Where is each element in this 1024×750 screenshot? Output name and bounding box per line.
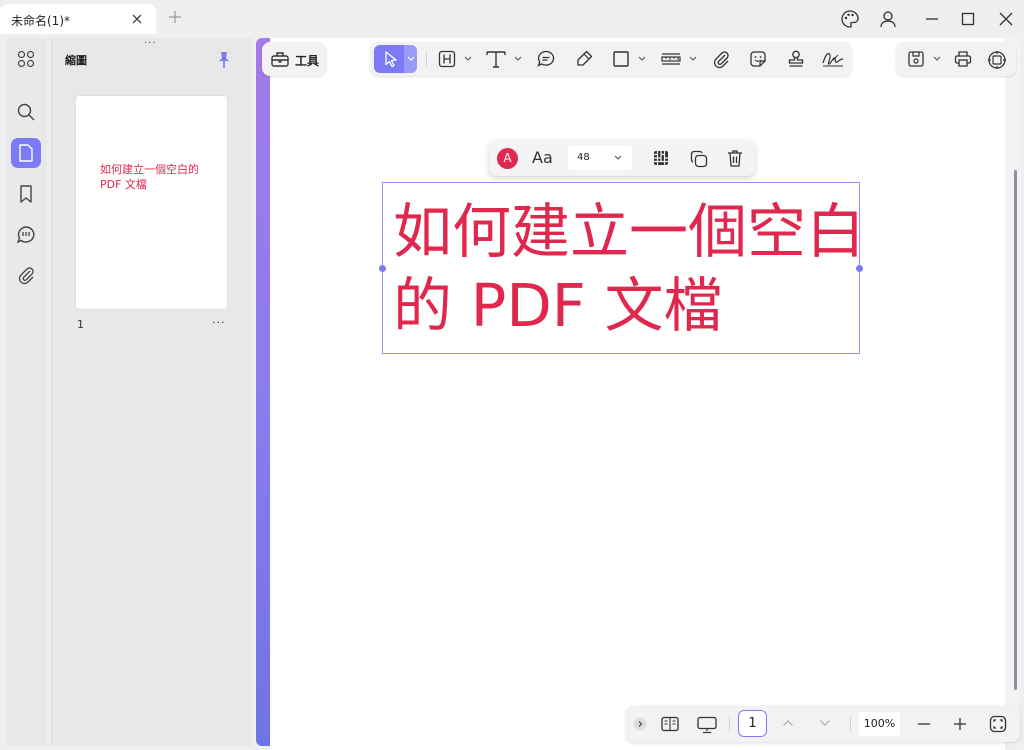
- opacity-checker-icon[interactable]: [652, 149, 670, 167]
- zoom-level[interactable]: 100%: [859, 712, 900, 736]
- share-convert-icon[interactable]: [986, 49, 1008, 71]
- zoom-out-icon[interactable]: [916, 716, 932, 732]
- comment-icon: [16, 225, 36, 245]
- presentation-icon[interactable]: [696, 715, 718, 735]
- font-color-button[interactable]: A: [497, 148, 518, 169]
- measure-ruler-icon[interactable]: [660, 49, 682, 69]
- account-icon[interactable]: [878, 9, 898, 29]
- highlighter-icon[interactable]: [574, 49, 594, 69]
- chevron-down-icon[interactable]: [818, 716, 832, 730]
- text-format-toolbar: A Aa 48: [489, 140, 755, 176]
- resize-handle-left[interactable]: [379, 265, 386, 272]
- rectangle-shape-icon[interactable]: [611, 49, 631, 69]
- duplicate-icon[interactable]: [689, 149, 709, 169]
- print-icon[interactable]: [953, 49, 973, 69]
- chevron-down-icon: [614, 155, 622, 161]
- chevron-up-icon[interactable]: [781, 716, 795, 730]
- page-icon: [17, 143, 35, 163]
- bottom-separator: [729, 717, 730, 731]
- attachments-button[interactable]: [11, 260, 41, 290]
- comment-bubble-icon[interactable]: [536, 49, 556, 69]
- search-button[interactable]: [11, 97, 41, 127]
- expand-chevron-icon[interactable]: [633, 717, 647, 731]
- chevron-down-icon[interactable]: [638, 56, 646, 62]
- file-toolbar: [896, 42, 1016, 76]
- new-tab-icon[interactable]: [168, 10, 182, 24]
- sticker-icon[interactable]: [748, 49, 768, 69]
- font-size-value: 48: [577, 152, 590, 163]
- chevron-down-icon[interactable]: [514, 56, 522, 62]
- search-icon: [16, 102, 36, 122]
- pin-icon[interactable]: [216, 51, 232, 69]
- apps-grid-icon: [17, 50, 35, 68]
- page-thumbnail[interactable]: 如何建立一個空白的 PDF 文檔: [76, 96, 227, 309]
- tools-button[interactable]: 工具: [262, 42, 326, 76]
- thumbnail-page-number: 1: [77, 318, 84, 331]
- main-toolbar: [370, 42, 852, 76]
- thumbnail-panel: ··· 縮圖 如何建立一個空白的 PDF 文檔 1 ···: [51, 38, 252, 746]
- thumbnail-text: 如何建立一個空白的 PDF 文檔: [100, 163, 199, 191]
- scrollbar-thumb[interactable]: [1014, 170, 1017, 690]
- select-tool-button[interactable]: [374, 45, 417, 73]
- bookmark-icon: [17, 184, 35, 204]
- font-family-button[interactable]: Aa: [532, 148, 553, 167]
- panel-resize-grip[interactable]: ···: [144, 38, 157, 49]
- stamp-icon[interactable]: [786, 49, 806, 69]
- title-bar: 未命名(1)*: [0, 0, 1024, 36]
- chevron-down-icon[interactable]: [464, 56, 472, 62]
- left-rail: [5, 38, 47, 746]
- thumbnail-more-icon[interactable]: ···: [212, 316, 226, 329]
- minimize-icon[interactable]: [922, 9, 942, 29]
- maximize-icon[interactable]: [958, 9, 978, 29]
- text-line-2: 的 PDF 文檔: [393, 271, 723, 340]
- chevron-down-icon[interactable]: [933, 56, 941, 62]
- text-line-1: 如何建立一個空白: [393, 197, 866, 266]
- select-tool-dropdown[interactable]: [404, 45, 417, 73]
- signature-icon[interactable]: [821, 49, 845, 69]
- theme-palette-icon[interactable]: [840, 9, 860, 29]
- paperclip-icon: [16, 265, 36, 285]
- trash-icon[interactable]: [726, 148, 744, 168]
- cursor-arrow-icon: [382, 50, 400, 68]
- toolbox-icon: [270, 50, 290, 68]
- attachment-clip-icon[interactable]: [711, 49, 731, 69]
- page-number-input[interactable]: 1: [738, 710, 767, 737]
- fit-page-icon[interactable]: [988, 714, 1008, 734]
- bottom-separator: [850, 717, 851, 731]
- reading-mode-icon[interactable]: [660, 715, 680, 733]
- bottom-bar: 1 100%: [626, 706, 1020, 742]
- text-box-selection[interactable]: 如何建立一個空白 的 PDF 文檔: [379, 182, 866, 354]
- apps-button[interactable]: [11, 44, 41, 74]
- tools-label: 工具: [295, 54, 320, 68]
- bookmarks-button[interactable]: [11, 179, 41, 209]
- document-text[interactable]: 如何建立一個空白 的 PDF 文檔: [393, 195, 866, 343]
- text-tool-icon[interactable]: [485, 49, 507, 69]
- tab-title: 未命名(1)*: [11, 14, 70, 28]
- close-tab-icon[interactable]: [130, 12, 144, 26]
- save-icon[interactable]: [906, 49, 926, 69]
- toolbar-separator: [426, 52, 427, 66]
- zoom-in-icon[interactable]: [952, 716, 968, 732]
- font-size-select[interactable]: 48: [568, 146, 632, 170]
- thumbnails-button[interactable]: [11, 138, 41, 168]
- comments-button[interactable]: [11, 220, 41, 250]
- heading-icon[interactable]: [437, 49, 457, 69]
- close-window-icon[interactable]: [996, 9, 1016, 29]
- panel-title: 縮圖: [65, 54, 87, 67]
- chevron-down-icon[interactable]: [689, 56, 697, 62]
- document-tab[interactable]: 未命名(1)*: [0, 4, 156, 34]
